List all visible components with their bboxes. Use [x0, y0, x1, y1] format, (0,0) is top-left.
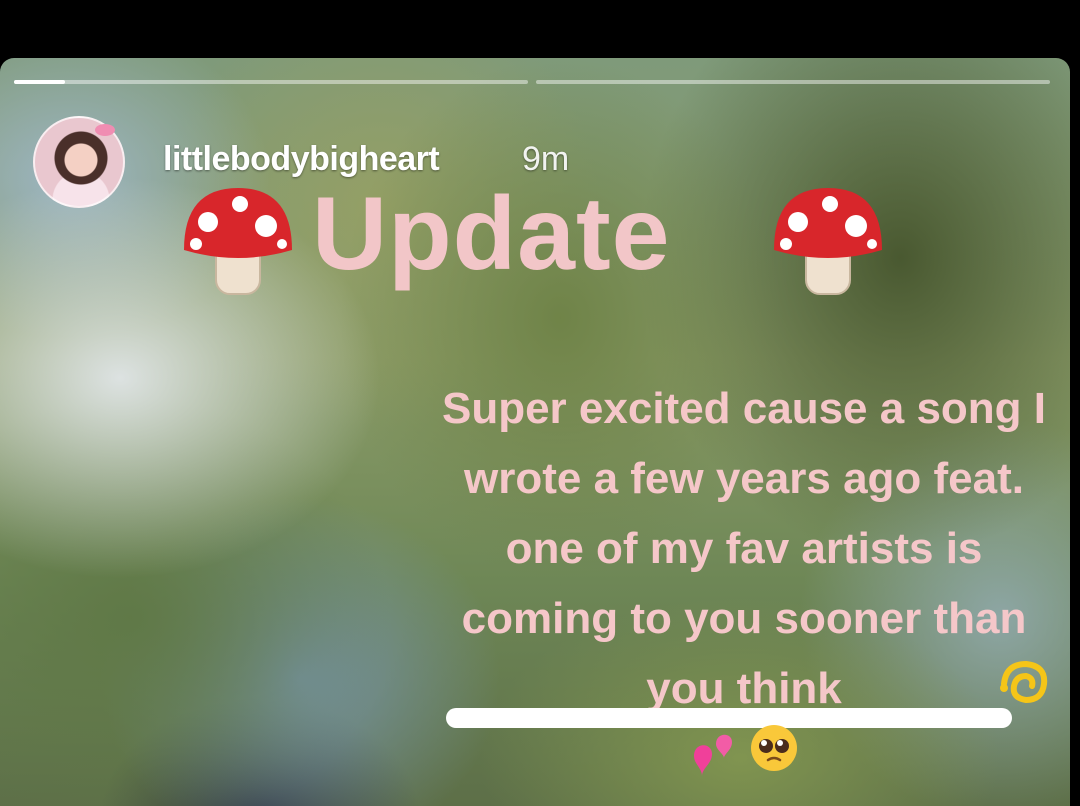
time-ago: 9m [522, 140, 570, 178]
avatar-bow [95, 124, 115, 136]
story-progress-segment-1 [14, 80, 528, 84]
status-bar [0, 0, 1080, 58]
story-title: Update [312, 176, 671, 292]
story-viewer[interactable]: littlebodybigheart 9m Update Super excit… [0, 58, 1070, 806]
dizzy-icon [1000, 660, 1048, 704]
story-body-text: Super excited cause a song I wrote a few… [441, 384, 1046, 713]
mushroom-icon [774, 188, 882, 295]
mushroom-icon [184, 188, 292, 295]
avatar[interactable] [33, 116, 125, 208]
two-hearts-icon [694, 734, 732, 776]
story-progress-fill-1 [14, 80, 66, 84]
username[interactable]: littlebodybigheart [163, 140, 440, 179]
story-progress-segment-2 [536, 80, 1050, 84]
pleading-face-icon [751, 725, 797, 771]
